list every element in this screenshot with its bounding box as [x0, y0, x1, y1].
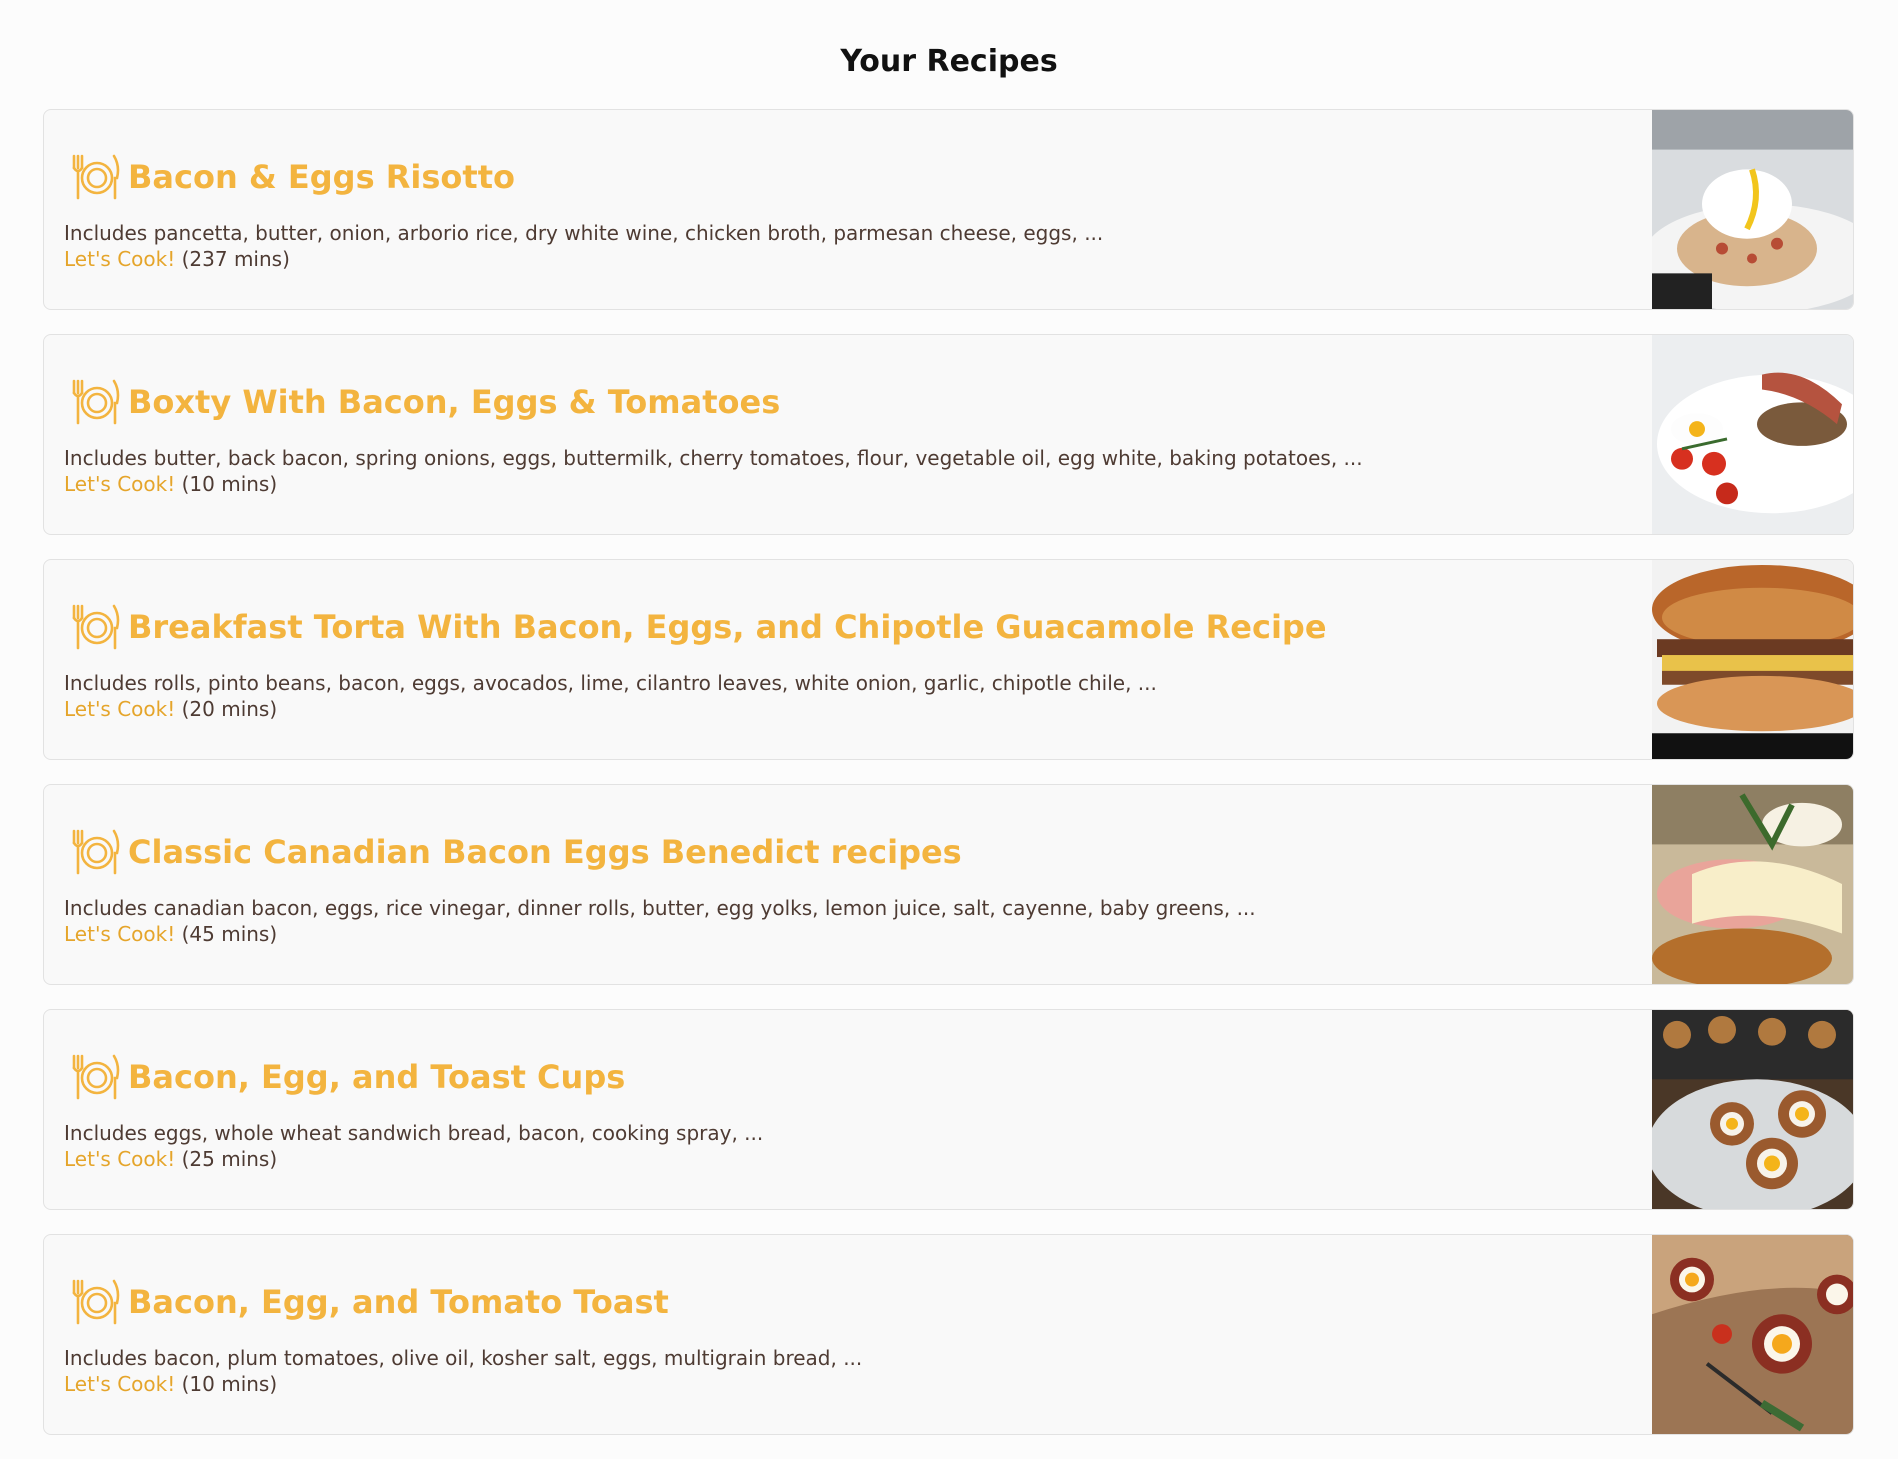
recipe-card[interactable]: Classic Canadian Bacon Eggs Benedict rec…	[43, 784, 1854, 985]
recipe-title[interactable]: Classic Canadian Bacon Eggs Benedict rec…	[128, 832, 962, 872]
recipe-card-body: Bacon, Egg, and Toast Cups Includes eggs…	[64, 1010, 1633, 1209]
recipe-card-body: Bacon, Egg, and Tomato Toast Includes ba…	[64, 1235, 1633, 1434]
recipe-title-row[interactable]: Bacon & Eggs Risotto	[70, 152, 515, 202]
recipe-ingredients: Includes pancetta, butter, onion, arbori…	[64, 221, 1104, 245]
recipe-title-row[interactable]: Bacon, Egg, and Toast Cups	[70, 1052, 625, 1102]
recipe-title-row[interactable]: Breakfast Torta With Bacon, Eggs, and Ch…	[70, 602, 1327, 652]
recipe-image[interactable]	[1652, 560, 1853, 759]
recipe-title-row[interactable]: Bacon, Egg, and Tomato Toast	[70, 1277, 669, 1327]
recipe-image[interactable]	[1652, 335, 1853, 534]
dish-icon	[72, 604, 120, 650]
recipe-time: (237 mins)	[181, 247, 290, 271]
recipe-card[interactable]: Bacon, Egg, and Toast Cups Includes eggs…	[43, 1009, 1854, 1210]
dish-icon	[72, 1054, 120, 1100]
lets-cook-link[interactable]: Let's Cook!	[64, 247, 175, 271]
recipe-title-row[interactable]: Boxty With Bacon, Eggs & Tomatoes	[70, 377, 780, 427]
recipe-card-body: Boxty With Bacon, Eggs & Tomatoes Includ…	[64, 335, 1633, 534]
recipe-time: (25 mins)	[181, 1147, 278, 1171]
recipe-title-row[interactable]: Classic Canadian Bacon Eggs Benedict rec…	[70, 827, 962, 877]
recipe-title[interactable]: Bacon, Egg, and Tomato Toast	[128, 1282, 669, 1322]
recipe-ingredients: Includes eggs, whole wheat sandwich brea…	[64, 1121, 764, 1145]
recipe-cook-line: Let's Cook! (20 mins)	[64, 696, 277, 722]
recipe-image[interactable]	[1652, 1010, 1853, 1209]
recipe-cook-line: Let's Cook! (10 mins)	[64, 1371, 277, 1397]
recipe-title[interactable]: Bacon, Egg, and Toast Cups	[128, 1057, 625, 1097]
recipe-card-body: Bacon & Eggs Risotto Includes pancetta, …	[64, 110, 1633, 309]
recipe-ingredients: Includes rolls, pinto beans, bacon, eggs…	[64, 671, 1157, 695]
recipe-title[interactable]: Bacon & Eggs Risotto	[128, 157, 515, 197]
dish-icon	[72, 1279, 120, 1325]
recipe-image[interactable]	[1652, 1235, 1853, 1434]
recipe-cook-line: Let's Cook! (237 mins)	[64, 246, 290, 272]
lets-cook-link[interactable]: Let's Cook!	[64, 922, 175, 946]
recipe-time: (20 mins)	[181, 697, 278, 721]
recipe-ingredients: Includes bacon, plum tomatoes, olive oil…	[64, 1346, 863, 1370]
page-title: Your Recipes	[840, 44, 1058, 79]
recipe-time: (10 mins)	[181, 472, 278, 496]
recipe-title[interactable]: Boxty With Bacon, Eggs & Tomatoes	[128, 382, 780, 422]
lets-cook-link[interactable]: Let's Cook!	[64, 697, 175, 721]
recipe-image[interactable]	[1652, 785, 1853, 984]
recipe-image[interactable]	[1652, 110, 1853, 309]
recipe-cook-line: Let's Cook! (45 mins)	[64, 921, 277, 947]
lets-cook-link[interactable]: Let's Cook!	[64, 1147, 175, 1171]
recipe-cook-line: Let's Cook! (10 mins)	[64, 471, 277, 497]
recipe-card-body: Breakfast Torta With Bacon, Eggs, and Ch…	[64, 560, 1633, 759]
dish-icon	[72, 379, 120, 425]
recipe-ingredients: Includes butter, back bacon, spring onio…	[64, 446, 1363, 470]
recipe-card[interactable]: Boxty With Bacon, Eggs & Tomatoes Includ…	[43, 334, 1854, 535]
lets-cook-link[interactable]: Let's Cook!	[64, 1372, 175, 1396]
dish-icon	[72, 154, 120, 200]
recipe-time: (10 mins)	[181, 1372, 278, 1396]
recipe-time: (45 mins)	[181, 922, 278, 946]
dish-icon	[72, 829, 120, 875]
recipe-card[interactable]: Bacon, Egg, and Tomato Toast Includes ba…	[43, 1234, 1854, 1435]
recipe-cook-line: Let's Cook! (25 mins)	[64, 1146, 277, 1172]
recipe-ingredients: Includes canadian bacon, eggs, rice vine…	[64, 896, 1256, 920]
recipe-list: Bacon & Eggs Risotto Includes pancetta, …	[43, 109, 1854, 1459]
recipe-title[interactable]: Breakfast Torta With Bacon, Eggs, and Ch…	[128, 607, 1327, 647]
lets-cook-link[interactable]: Let's Cook!	[64, 472, 175, 496]
recipe-card-body: Classic Canadian Bacon Eggs Benedict rec…	[64, 785, 1633, 984]
recipe-card[interactable]: Breakfast Torta With Bacon, Eggs, and Ch…	[43, 559, 1854, 760]
recipe-card[interactable]: Bacon & Eggs Risotto Includes pancetta, …	[43, 109, 1854, 310]
